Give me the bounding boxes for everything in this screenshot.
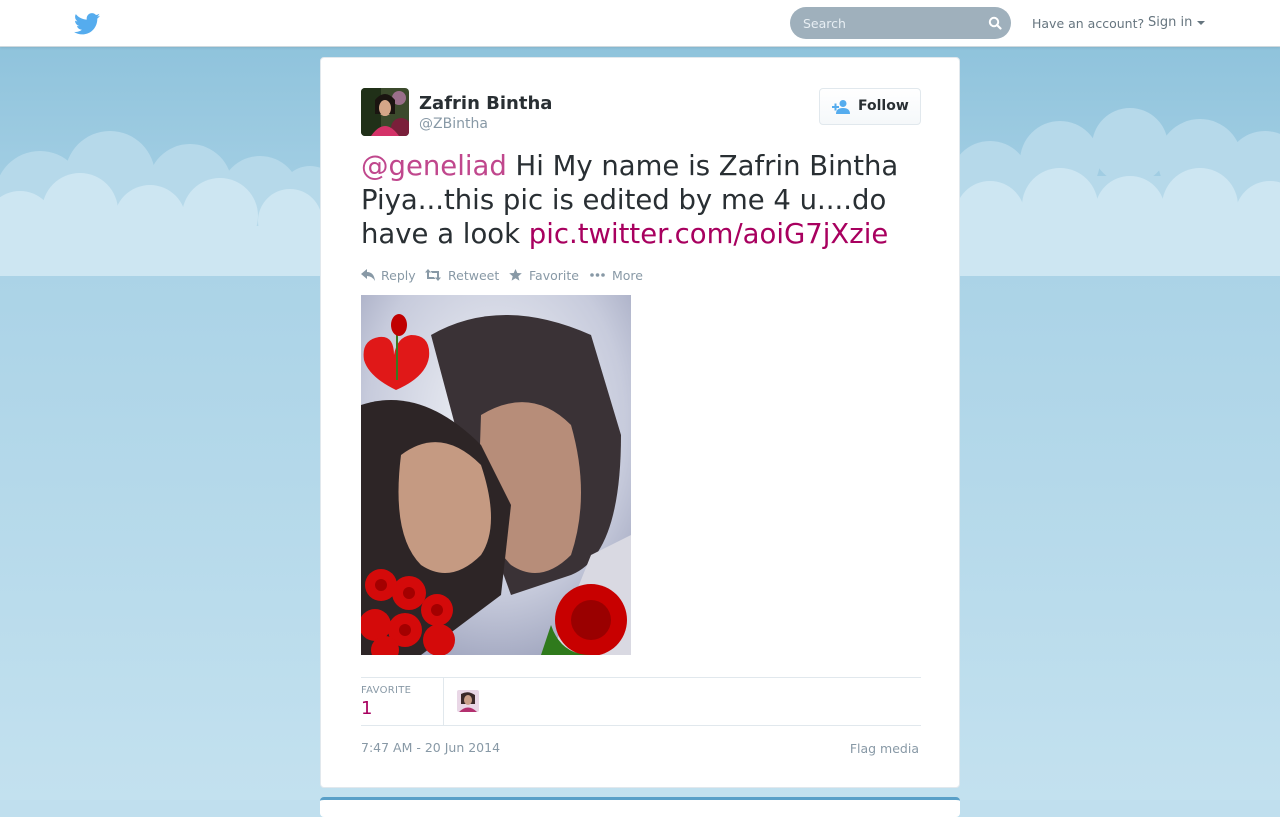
- sign-in-label: Sign in: [1148, 15, 1193, 30]
- reply-label: Reply: [381, 268, 416, 283]
- couple-photo-image: [361, 295, 631, 655]
- top-navigation-bar: Have an account? Sign in: [0, 0, 1280, 47]
- user-fullname[interactable]: Zafrin Bintha: [419, 93, 552, 114]
- favoriter-avatar-image: [457, 690, 479, 712]
- more-label: More: [612, 268, 643, 283]
- search-box: [790, 7, 1011, 39]
- twitter-bird-icon[interactable]: [74, 13, 100, 35]
- favorite-count[interactable]: 1: [361, 698, 372, 719]
- tweet-text: @geneliad Hi My name is Zafrin Bintha Pi…: [361, 149, 921, 251]
- tweet-stats: FAVORITE 1: [361, 677, 921, 726]
- follow-button[interactable]: Follow: [819, 88, 921, 125]
- follow-label: Follow: [858, 98, 909, 114]
- profile-avatar[interactable]: [361, 88, 409, 136]
- search-input[interactable]: [790, 7, 980, 39]
- tweet-media-photo[interactable]: [361, 295, 631, 655]
- star-icon: [509, 269, 522, 281]
- user-screenname[interactable]: @ZBintha: [419, 116, 488, 132]
- tweet-card: Zafrin Bintha @ZBintha Follow @geneliad …: [320, 57, 960, 788]
- favorite-stat-label: FAVORITE: [361, 685, 412, 696]
- next-card-edge: [320, 797, 960, 817]
- avatar-image: [361, 88, 409, 136]
- add-user-icon: [832, 100, 850, 114]
- favorite-label: Favorite: [529, 268, 579, 283]
- search-icon[interactable]: [988, 16, 1002, 30]
- flag-media-link[interactable]: Flag media: [850, 741, 919, 756]
- tweet-timestamp[interactable]: 7:47 AM - 20 Jun 2014: [361, 740, 500, 755]
- favoriter-avatar[interactable]: [457, 690, 479, 712]
- more-dots-icon: [590, 273, 605, 277]
- retweet-label: Retweet: [448, 268, 500, 283]
- media-link[interactable]: pic.twitter.com/aoiG7jXzie: [529, 218, 888, 250]
- stat-divider: [443, 678, 444, 725]
- reply-icon: [361, 269, 375, 281]
- mention-link[interactable]: @geneliad: [361, 150, 507, 182]
- have-account-text: Have an account?: [1032, 16, 1145, 31]
- sign-in-dropdown[interactable]: Sign in: [1148, 15, 1206, 30]
- caret-down-icon: [1197, 20, 1206, 25]
- retweet-icon: [425, 269, 441, 281]
